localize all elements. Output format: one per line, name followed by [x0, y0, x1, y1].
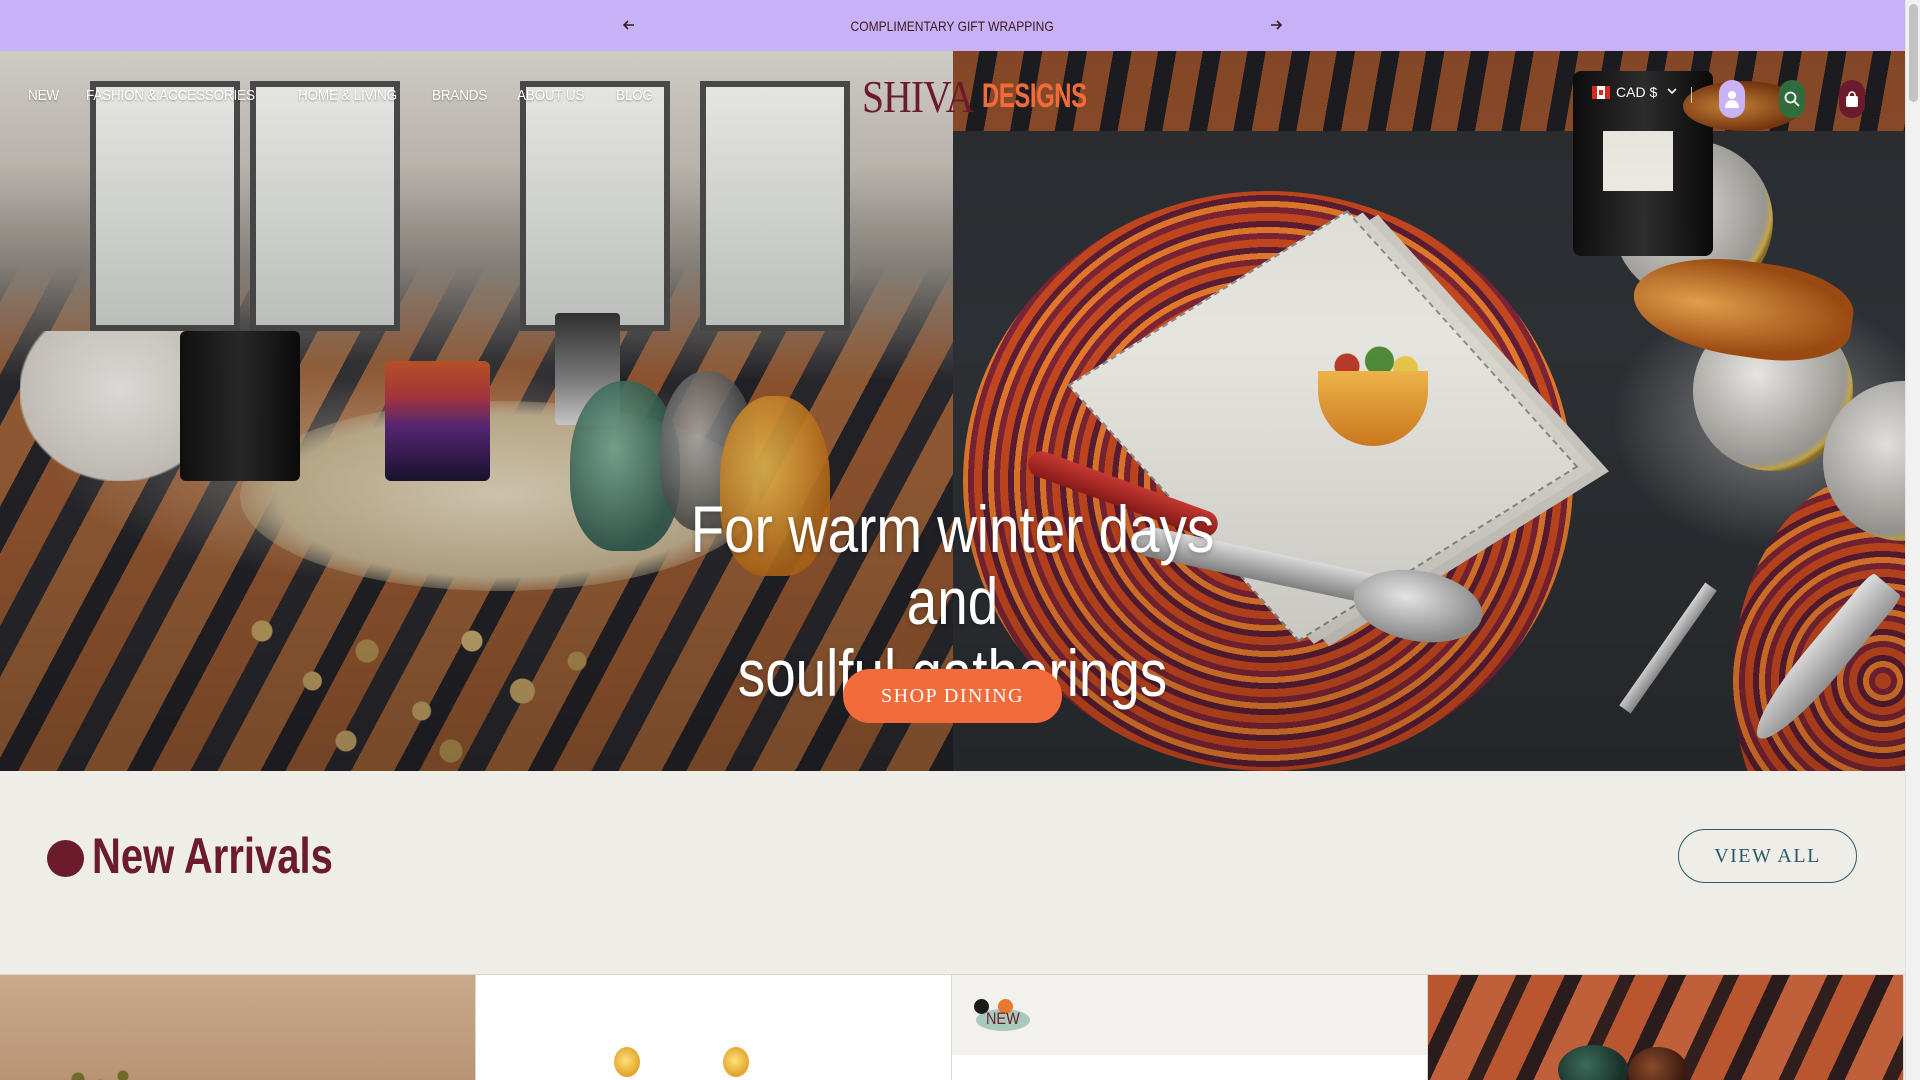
site-header: NEW FASHION & ACCESSORIES HOME & LIVING … — [0, 51, 1905, 141]
hero-title-line-1: For warm winter days and — [690, 492, 1215, 638]
search-icon — [1784, 91, 1800, 107]
logo-designs: DESIGNS — [982, 76, 1087, 115]
main-nav: NEW FASHION & ACCESSORIES HOME & LIVING … — [28, 87, 657, 104]
new-badge: NEW — [974, 999, 1032, 1031]
section-dot-icon — [47, 840, 84, 877]
nav-item-brands[interactable]: BRANDS — [432, 87, 487, 104]
user-icon — [1725, 90, 1739, 108]
product-image — [60, 1067, 150, 1080]
product-grid: NEW — [0, 974, 1905, 1080]
site-logo[interactable]: SHIVA DESIGNS — [862, 70, 1132, 122]
chevron-down-icon — [1667, 86, 1677, 98]
announcement-bar: COMPLIMENTARY GIFT WRAPPING — [0, 0, 1905, 51]
bag-icon — [1845, 90, 1859, 108]
nav-item-new[interactable]: NEW — [28, 87, 59, 104]
nav-item-about-us[interactable]: ABOUT US — [517, 87, 585, 104]
product-card[interactable]: NEW — [952, 975, 1428, 1080]
account-button[interactable] — [1719, 80, 1745, 118]
view-all-button[interactable]: VIEW ALL — [1678, 829, 1857, 883]
currency-label: CAD $ — [1616, 84, 1658, 100]
scrollbar-thumb[interactable] — [1909, 4, 1918, 102]
currency-selector[interactable]: CAD $ — [1592, 84, 1677, 100]
shop-dining-button[interactable]: SHOP DINING — [843, 669, 1062, 723]
page: COMPLIMENTARY GIFT WRAPPING NEW FASHION … — [0, 0, 1905, 1080]
new-arrivals-section: New Arrivals VIEW ALL — [0, 771, 1905, 974]
header-divider — [1691, 87, 1692, 103]
section-heading: New Arrivals — [92, 828, 333, 884]
logo-shiva: SHIVA — [862, 70, 974, 122]
product-image — [614, 1047, 640, 1077]
nav-item-blog[interactable]: BLOG — [616, 87, 653, 104]
new-badge-label: NEW — [986, 1009, 1020, 1028]
arrow-left-icon[interactable] — [618, 14, 640, 36]
product-card[interactable] — [0, 975, 476, 1080]
product-image — [1558, 1045, 1628, 1080]
product-card[interactable] — [1428, 975, 1904, 1080]
product-image — [952, 1055, 1427, 1080]
canada-flag-icon — [1592, 85, 1610, 99]
nav-item-fashion-accessories[interactable]: FASHION & ACCESSORIES — [86, 87, 255, 104]
nav-item-home-living[interactable]: HOME & LIVING — [298, 87, 397, 104]
search-button[interactable] — [1779, 80, 1805, 118]
arrow-right-icon[interactable] — [1265, 14, 1287, 36]
announcement-message[interactable]: COMPLIMENTARY GIFT WRAPPING — [851, 18, 1054, 34]
product-card[interactable] — [476, 975, 952, 1080]
scrollbar[interactable] — [1905, 0, 1920, 1080]
cart-button[interactable] — [1839, 80, 1865, 118]
